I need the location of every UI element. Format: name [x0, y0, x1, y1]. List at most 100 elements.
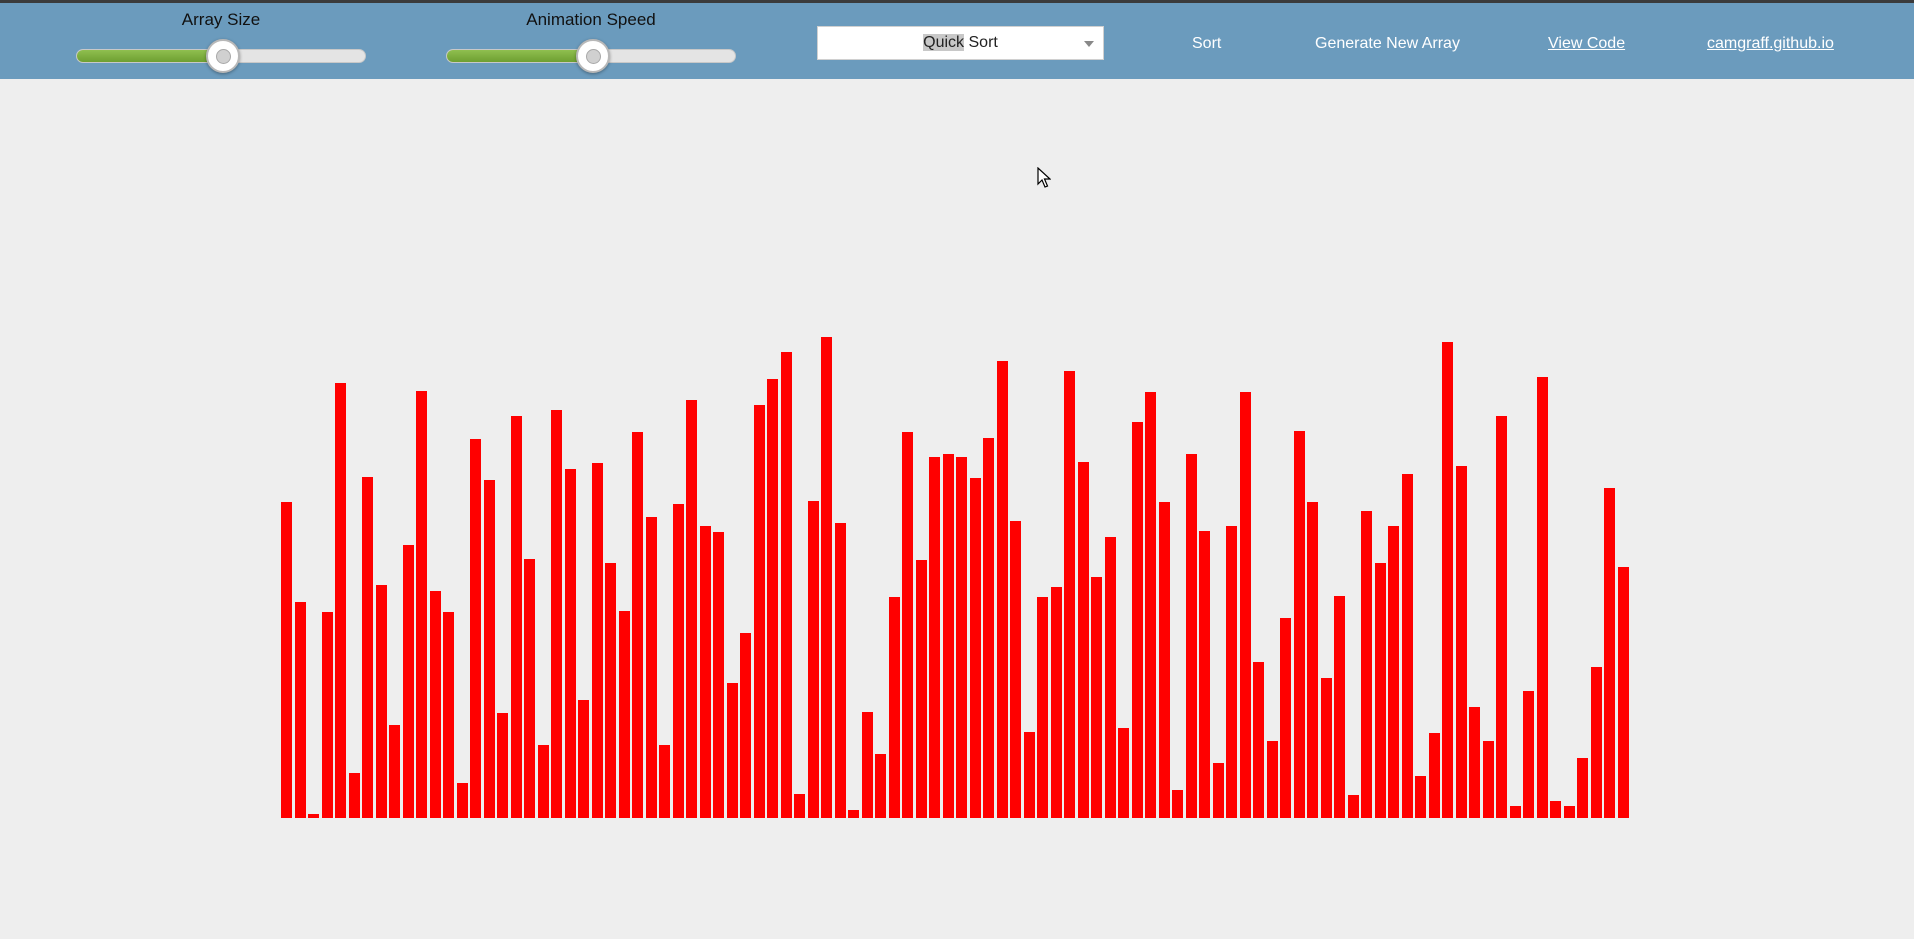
array-bar: [1037, 597, 1048, 818]
array-bar: [376, 585, 387, 818]
array-bar: [362, 477, 373, 818]
array-bar: [578, 700, 589, 818]
array-bar: [1496, 416, 1507, 818]
array-bar: [1051, 587, 1062, 818]
array-bar: [902, 432, 913, 818]
mouse-cursor-icon: [1037, 167, 1051, 188]
array-bar: [511, 416, 522, 818]
array-bar: [1577, 758, 1588, 818]
array-bar: [281, 502, 292, 818]
array-bar: [1105, 537, 1116, 818]
array-bar: [416, 391, 427, 818]
array-bar: [848, 810, 859, 818]
array-bar: [835, 523, 846, 818]
array-bar: [335, 383, 346, 818]
array-bar: [1294, 431, 1305, 818]
array-bar: [808, 501, 819, 818]
array-bar: [862, 712, 873, 818]
array-bar: [956, 457, 967, 818]
array-bar: [767, 379, 778, 818]
array-bar: [1064, 371, 1075, 818]
array-bar: [1172, 790, 1183, 818]
array-bar: [1186, 454, 1197, 818]
array-bar: [1415, 776, 1426, 818]
array-bar: [389, 725, 400, 818]
array-bar: [565, 469, 576, 818]
array-bar: [1226, 526, 1237, 818]
array-bar: [538, 745, 549, 818]
array-bar: [1240, 392, 1251, 818]
array-bar: [1334, 596, 1345, 818]
array-bar: [646, 517, 657, 818]
array-bar: [1213, 763, 1224, 818]
array-bar: [754, 405, 765, 818]
array-bar: [1564, 806, 1575, 818]
array-bar: [1388, 526, 1399, 818]
array-bar: [1321, 678, 1332, 818]
array-bar: [943, 454, 954, 818]
array-bar: [781, 352, 792, 818]
array-bar: [1456, 466, 1467, 818]
array-bar: [916, 560, 927, 818]
array-bar: [700, 526, 711, 818]
array-bar: [889, 597, 900, 818]
array-bar: [551, 410, 562, 818]
array-bar: [1078, 462, 1089, 818]
array-bar: [673, 504, 684, 818]
array-bar: [619, 611, 630, 818]
array-bar: [1280, 618, 1291, 818]
array-bar: [875, 754, 886, 818]
array-bar: [1348, 795, 1359, 818]
array-bar: [1253, 662, 1264, 818]
array-bar: [1510, 806, 1521, 818]
array-bar: [686, 400, 697, 818]
array-bar: [740, 633, 751, 818]
array-bar: [794, 794, 805, 818]
array-bar: [1010, 521, 1021, 818]
array-bar: [970, 478, 981, 818]
array-bar: [1618, 567, 1629, 818]
array-bars: [0, 0, 1914, 939]
array-bar: [484, 480, 495, 818]
array-bar: [1429, 733, 1440, 818]
array-bar: [349, 773, 360, 818]
array-bar: [1523, 691, 1534, 818]
array-bar: [1402, 474, 1413, 818]
array-bar: [1375, 563, 1386, 818]
array-bar: [470, 439, 481, 818]
array-bar: [1361, 511, 1372, 818]
array-bar: [1267, 741, 1278, 818]
array-bar: [1537, 377, 1548, 818]
array-bar: [497, 713, 508, 818]
array-bar: [659, 745, 670, 818]
array-bar: [1550, 801, 1561, 818]
array-bar: [1091, 577, 1102, 818]
array-bar: [1132, 422, 1143, 818]
array-bar: [929, 457, 940, 818]
array-bar: [1604, 488, 1615, 818]
array-bar: [1145, 392, 1156, 818]
array-bar: [1469, 707, 1480, 818]
array-bar: [1024, 732, 1035, 818]
array-bar: [322, 612, 333, 818]
array-bar: [713, 532, 724, 818]
array-bar: [1591, 667, 1602, 818]
array-bar: [457, 783, 468, 818]
array-bar: [295, 602, 306, 818]
array-bar: [443, 612, 454, 818]
array-bar: [592, 463, 603, 818]
array-bar: [1483, 741, 1494, 818]
array-bar: [983, 438, 994, 818]
array-bar: [1159, 502, 1170, 818]
array-bar: [524, 559, 535, 818]
array-bar: [997, 361, 1008, 818]
array-bar: [1442, 342, 1453, 818]
array-bar: [430, 591, 441, 818]
array-bar: [1199, 531, 1210, 818]
array-bar: [308, 814, 319, 818]
array-bar: [605, 563, 616, 818]
array-bar: [1118, 728, 1129, 818]
array-bar: [403, 545, 414, 818]
array-bar: [1307, 502, 1318, 818]
array-bar: [632, 432, 643, 818]
